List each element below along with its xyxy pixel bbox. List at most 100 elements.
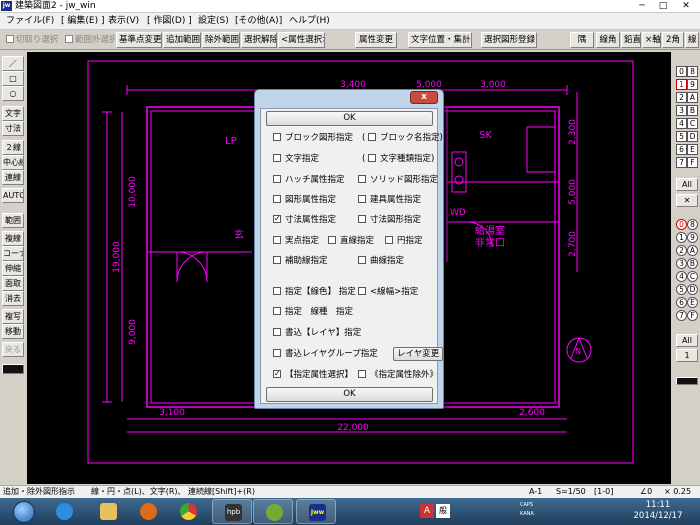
tool-copy[interactable]: 複写 xyxy=(2,309,24,324)
layer-7[interactable]: 7 xyxy=(676,157,687,168)
layer-e[interactable]: E xyxy=(687,144,698,155)
select-attr-checkbox[interactable]: 【指定属性選択】 xyxy=(273,368,353,382)
close-x-icon[interactable]: ✕ xyxy=(676,194,698,207)
group-d[interactable]: D xyxy=(687,284,698,295)
line-checkbox[interactable]: 直線指定 xyxy=(328,236,374,248)
group-0[interactable]: 0 xyxy=(676,219,687,230)
group-3[interactable]: 3 xyxy=(676,258,687,269)
layer-6[interactable]: 6 xyxy=(676,144,687,155)
tool-text[interactable]: 文字 xyxy=(2,106,24,121)
layer-0[interactable]: 0 xyxy=(676,66,687,77)
add-range-button[interactable]: 追加範囲 xyxy=(163,32,201,48)
media-icon[interactable] xyxy=(128,499,168,524)
layer-1[interactable]: 1 xyxy=(676,79,687,90)
layer-4[interactable]: 4 xyxy=(676,118,687,129)
tool-line[interactable]: ／ xyxy=(2,56,24,71)
group-7[interactable]: 7 xyxy=(676,310,687,321)
dim-attr-checkbox[interactable]: 寸法属性指定 xyxy=(273,213,336,227)
layer-2[interactable]: 2 xyxy=(676,92,687,103)
tool-erase[interactable]: 消去 xyxy=(2,291,24,306)
menu-help[interactable]: ヘルプ(H) xyxy=(285,13,334,30)
group-4[interactable]: 4 xyxy=(676,271,687,282)
corner-button[interactable]: 隅 xyxy=(570,32,594,48)
status-sheet[interactable]: A-1 xyxy=(529,486,542,498)
tool-circle[interactable]: ○ xyxy=(2,86,24,101)
shape-attr-checkbox[interactable]: 図形属性指定 xyxy=(273,195,336,207)
menu-edit[interactable]: [ 編集(E) ] xyxy=(57,13,108,30)
hatch-checkbox[interactable]: ハッチ属性指定 xyxy=(273,175,345,187)
chrome-icon[interactable] xyxy=(168,499,208,524)
layer-all-button[interactable]: All xyxy=(676,178,698,191)
text-kind-checkbox[interactable]: ( 文字種類指定) xyxy=(362,154,434,166)
group-5[interactable]: 5 xyxy=(676,284,687,295)
tool-stretch[interactable]: 伸縮 xyxy=(2,261,24,276)
group-c[interactable]: C xyxy=(687,271,698,282)
two-angle-button[interactable]: 2角 xyxy=(662,32,684,48)
layer-5[interactable]: 5 xyxy=(676,131,687,142)
fixture-checkbox[interactable]: 建具属性指定 xyxy=(358,195,421,207)
system-clock[interactable]: 11:11 2014/12/17 xyxy=(628,500,688,522)
layer-9[interactable]: 9 xyxy=(687,79,698,90)
hpb-icon[interactable]: hpb xyxy=(212,499,252,524)
layer-group-checkbox[interactable]: 書込レイヤグループ指定 xyxy=(273,349,378,361)
tool-dimension[interactable]: 寸法 xyxy=(2,121,24,136)
minimize-icon[interactable]: ─ xyxy=(632,0,652,12)
attr-change-button[interactable]: 属性変更 xyxy=(355,32,397,48)
layer-f[interactable]: F xyxy=(687,157,698,168)
curve-checkbox[interactable]: 曲線指定 xyxy=(358,256,404,268)
maximize-icon[interactable]: □ xyxy=(653,0,673,12)
start-orb-icon[interactable] xyxy=(4,499,44,524)
folder-icon[interactable] xyxy=(88,499,128,524)
tool-auto[interactable]: AUTO xyxy=(2,188,24,203)
game-icon[interactable] xyxy=(253,499,293,524)
cut-select-checkbox[interactable]: 切取り選択 xyxy=(2,32,62,48)
status-zoom[interactable]: × 0.25 xyxy=(664,486,691,498)
close-icon[interactable]: ✕ xyxy=(676,0,696,12)
ime-general-icon[interactable]: 般 xyxy=(436,504,450,518)
status-scale[interactable]: S=1/50 xyxy=(556,486,586,498)
group-1[interactable]: 1 xyxy=(676,232,687,243)
menu-settings[interactable]: 設定(S) xyxy=(194,13,233,30)
group-all-button[interactable]: All xyxy=(676,334,698,347)
layer-8[interactable]: 8 xyxy=(687,66,698,77)
aux-checkbox[interactable]: 補助線指定 xyxy=(273,256,328,268)
line-style-swatch[interactable] xyxy=(2,364,24,374)
circle-checkbox[interactable]: 円指定 xyxy=(385,236,423,248)
solid-checkbox[interactable]: ソリッド図形指定 xyxy=(358,175,438,187)
layer-c[interactable]: C xyxy=(687,118,698,129)
tool-offset[interactable]: 複線 xyxy=(2,231,24,246)
group-f[interactable]: F xyxy=(687,310,698,321)
group-2[interactable]: 2 xyxy=(676,245,687,256)
menu-view[interactable]: 表示(V) xyxy=(104,13,143,30)
ie-icon[interactable] xyxy=(44,499,84,524)
ime-mode-icon[interactable]: A xyxy=(420,504,434,518)
exclude-attr-checkbox[interactable]: 《指定属性除外》 xyxy=(358,370,438,382)
tool-center-line[interactable]: 中心線 xyxy=(2,155,24,170)
tool-undo[interactable]: 戻る xyxy=(2,342,24,357)
dim-shape-checkbox[interactable]: 寸法図形指定 xyxy=(358,215,421,227)
point-checkbox[interactable]: 実点指定 xyxy=(273,236,319,248)
tool-rect[interactable]: □ xyxy=(2,71,24,86)
tool-chamfer[interactable]: 面取 xyxy=(2,276,24,291)
tool-corner[interactable]: コーナー xyxy=(2,246,24,261)
ok-button-bottom[interactable]: OK xyxy=(266,387,433,402)
group-9[interactable]: 9 xyxy=(687,232,698,243)
vertical-button[interactable]: 鉛直 xyxy=(621,32,641,48)
line-swatch-right[interactable] xyxy=(676,377,698,385)
menu-other[interactable]: [その他(A)] xyxy=(231,13,286,30)
group-8[interactable]: 8 xyxy=(687,219,698,230)
layer-a[interactable]: A xyxy=(687,92,698,103)
line-color-checkbox[interactable]: 指定【線色】 指定 xyxy=(273,287,356,299)
group-6[interactable]: 6 xyxy=(676,297,687,308)
ok-button-top[interactable]: OK xyxy=(266,111,433,126)
block-checkbox[interactable]: ブロック図形指定 xyxy=(273,133,353,145)
line-type-checkbox[interactable]: 指定 線種 指定 xyxy=(273,307,353,319)
tool-continuous-line[interactable]: 連線 xyxy=(2,170,24,185)
line-button[interactable]: 線 xyxy=(685,32,699,48)
group-a[interactable]: A xyxy=(687,245,698,256)
dialog-close-button[interactable]: x xyxy=(410,91,438,104)
status-angle[interactable]: ∠0 xyxy=(640,486,652,498)
x-axis-button[interactable]: ×軸 xyxy=(642,32,661,48)
layer-checkbox[interactable]: 書込【レイヤ】指定 xyxy=(273,328,361,340)
layer-3[interactable]: 3 xyxy=(676,105,687,116)
